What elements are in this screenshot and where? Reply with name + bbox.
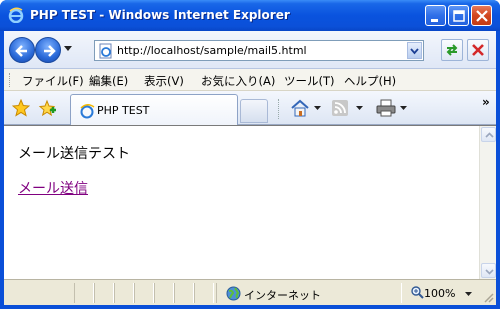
chevron-up-icon — [485, 132, 494, 138]
minimize-icon — [431, 19, 438, 22]
stop-icon — [472, 44, 484, 56]
status-cell — [134, 283, 154, 303]
status-cell — [174, 283, 194, 303]
scroll-up-button[interactable] — [481, 127, 496, 142]
toolbar-overflow-chevron[interactable]: » — [482, 95, 490, 109]
address-dropdown-button[interactable] — [407, 42, 422, 59]
menu-grip[interactable] — [9, 73, 11, 87]
chevron-down-icon — [410, 48, 419, 55]
address-url[interactable]: http://localhost/sample/mail5.html — [117, 44, 307, 57]
stop-button[interactable] — [467, 39, 489, 61]
tab-label: PHP TEST — [97, 104, 150, 117]
arrow-right-icon — [44, 45, 56, 57]
status-cell — [114, 283, 134, 303]
page-heading: メール送信テスト — [18, 146, 130, 162]
new-tab-button[interactable] — [240, 99, 268, 123]
favorites-star-icon[interactable] — [12, 99, 30, 117]
status-cell — [154, 283, 174, 303]
print-icon[interactable] — [376, 99, 396, 117]
resize-grip-icon[interactable] — [482, 291, 494, 303]
status-cell — [74, 283, 94, 303]
maximize-button[interactable] — [448, 5, 469, 26]
title-bar[interactable]: PHP TEST - Windows Internet Explorer — [0, 0, 500, 31]
address-field[interactable]: http://localhost/sample/mail5.html — [94, 40, 424, 61]
zoom-icon[interactable] — [411, 286, 424, 299]
home-icon[interactable] — [290, 99, 310, 117]
globe-icon — [226, 286, 241, 301]
tab-php-test[interactable]: PHP TEST — [70, 94, 238, 125]
maximize-icon — [453, 10, 465, 22]
home-dropdown-icon[interactable] — [314, 106, 321, 111]
tab-bar: PHP TEST » — [4, 91, 496, 125]
refresh-icon — [446, 44, 458, 56]
zoom-level[interactable]: 100% — [424, 287, 455, 300]
feeds-icon[interactable] — [332, 100, 348, 116]
menu-view[interactable]: 表示(V) — [144, 73, 184, 89]
chevron-down-icon — [485, 269, 494, 275]
status-cell — [94, 283, 114, 303]
forward-button[interactable] — [35, 37, 61, 63]
menu-bar: ファイル(F) 編集(E) 表示(V) お気に入り(A) ツール(T) ヘルプ(… — [4, 69, 496, 91]
security-zone-label: インターネット — [244, 289, 321, 302]
zoom-dropdown-icon[interactable] — [465, 292, 472, 297]
menu-tools[interactable]: ツール(T) — [284, 73, 335, 89]
menu-favorites[interactable]: お気に入り(A) — [201, 73, 275, 89]
status-bar: インターネット 100% — [4, 279, 496, 305]
toolbar-separator — [278, 99, 279, 119]
ie-page-icon — [99, 43, 112, 59]
browser-window: PHP TEST - Windows Internet Explorer htt… — [0, 0, 500, 309]
send-mail-link[interactable]: メール送信 — [18, 178, 88, 198]
browser-frame: http://localhost/sample/mail5.html ファイル(… — [4, 31, 496, 305]
add-favorite-icon[interactable] — [38, 99, 56, 117]
vertical-scrollbar[interactable] — [479, 126, 496, 279]
status-cell — [194, 283, 214, 303]
print-dropdown-icon[interactable] — [400, 106, 407, 111]
refresh-button[interactable] — [441, 39, 463, 61]
window-title: PHP TEST - Windows Internet Explorer — [30, 8, 290, 22]
scroll-down-button[interactable] — [481, 263, 496, 278]
address-toolbar: http://localhost/sample/mail5.html — [4, 31, 496, 69]
close-icon — [476, 10, 488, 22]
menu-help[interactable]: ヘルプ(H) — [344, 73, 396, 89]
minimize-button[interactable] — [425, 5, 446, 26]
feeds-dropdown-icon[interactable] — [356, 106, 363, 111]
menu-edit[interactable]: 編集(E) — [89, 73, 128, 89]
back-button[interactable] — [9, 37, 35, 63]
nav-history-dropdown-icon[interactable] — [64, 46, 72, 52]
ie-page-icon — [80, 104, 95, 119]
page-content: メール送信テスト メール送信 — [4, 125, 496, 279]
arrow-left-icon — [15, 45, 27, 57]
ie-logo-icon — [8, 7, 24, 23]
close-button[interactable] — [471, 5, 492, 26]
menu-file[interactable]: ファイル(F) — [22, 73, 84, 89]
